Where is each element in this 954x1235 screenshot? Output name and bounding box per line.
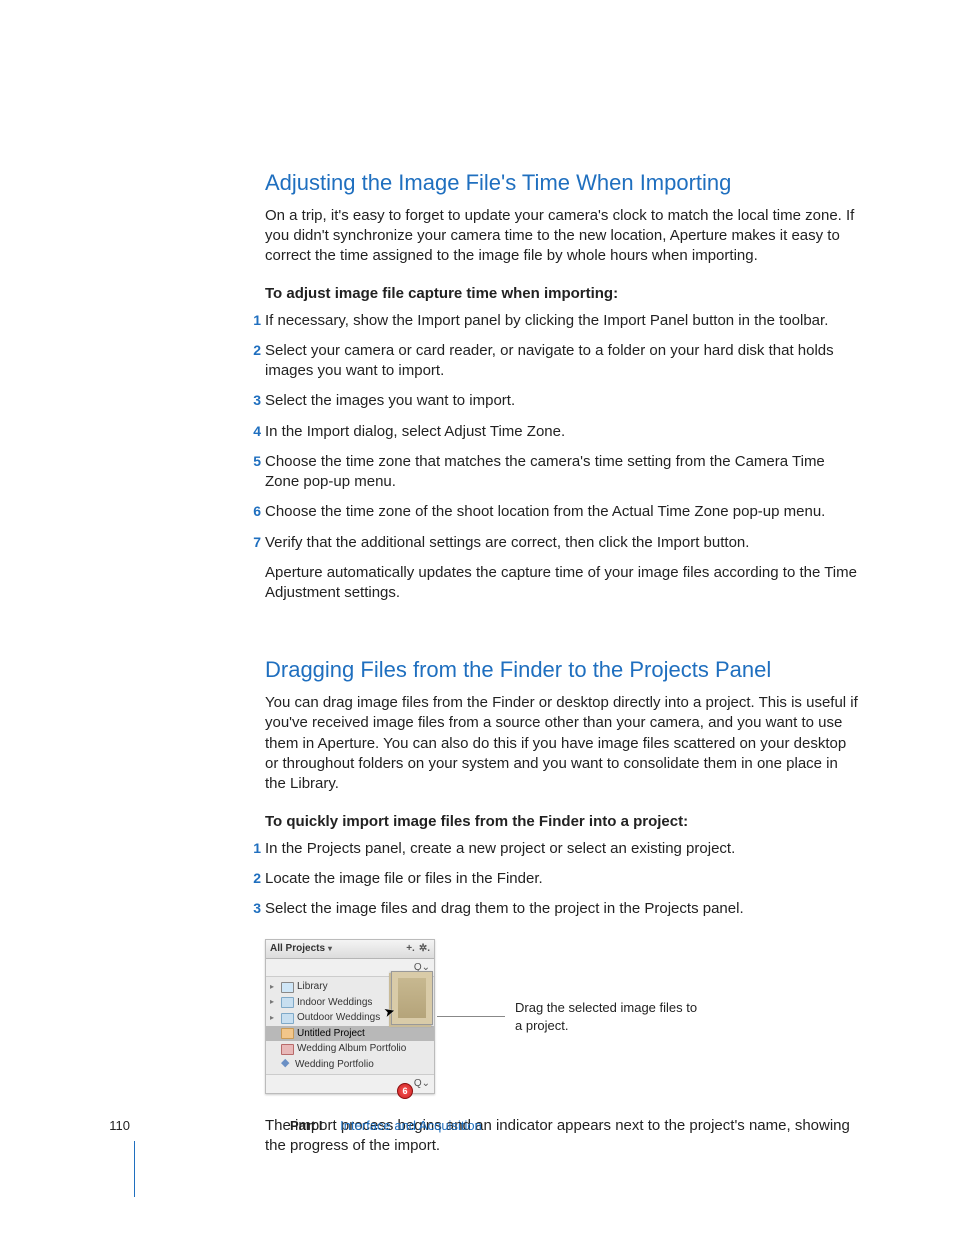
tree-row: Wedding Album Portfolio: [266, 1041, 434, 1057]
step-number: 2: [245, 869, 261, 888]
footer-part-label: Part I: [290, 1118, 323, 1133]
step-text: Select your camera or card reader, or na…: [265, 342, 834, 379]
step-number: 7: [245, 533, 261, 552]
folder-icon: [281, 997, 294, 1008]
folder-icon: [281, 1013, 294, 1024]
step-item: 6Choose the time zone of the shoot locat…: [265, 502, 860, 522]
section1-intro: On a trip, it's easy to forget to update…: [265, 206, 860, 267]
section1-outro: Aperture automatically updates the captu…: [265, 563, 860, 604]
step-number: 1: [245, 311, 261, 330]
step-text: In the Import dialog, select Adjust Time…: [265, 423, 565, 440]
tree-row: ◆Wedding Portfolio: [266, 1057, 434, 1073]
step-number: 4: [245, 422, 261, 441]
disclosure-triangle-icon: ▸: [270, 1013, 278, 1024]
tree-row-label: Wedding Portfolio: [295, 1058, 374, 1072]
tree-row-label: Library: [297, 980, 328, 994]
footer-rule: [134, 1141, 135, 1197]
tree-row-label: Wedding Album Portfolio: [297, 1042, 406, 1056]
project-icon: [281, 1028, 294, 1039]
footer-part: Part I Interface and Acquisition: [290, 1117, 482, 1135]
tree-row-label: Outdoor Weddings: [297, 1011, 380, 1025]
tree-row-label: Indoor Weddings: [297, 996, 372, 1010]
step-text: Choose the time zone of the shoot locati…: [265, 503, 825, 520]
footer-part-title: Interface and Acquisition: [340, 1118, 482, 1133]
disclosure-triangle-icon: ▸: [270, 997, 278, 1008]
section2-lead: To quickly import image files from the F…: [265, 812, 860, 832]
figure-callout: Drag the selected image files to a proje…: [515, 999, 705, 1034]
add-icon: +.: [406, 942, 415, 956]
library-icon: [281, 982, 294, 993]
step-item: 2Select your camera or card reader, or n…: [265, 341, 860, 382]
page-footer: 110 Part I Interface and Acquisition: [0, 1117, 954, 1135]
step-item: 1In the Projects panel, create a new pro…: [265, 839, 860, 859]
section2-heading: Dragging Files from the Finder to the Pr…: [265, 655, 860, 685]
step-text: Verify that the additional settings are …: [265, 534, 749, 551]
panel-title: All Projects: [270, 942, 332, 956]
step-item: 7Verify that the additional settings are…: [265, 533, 860, 553]
callout-leader: [437, 1016, 505, 1017]
disclosure-triangle-icon: ▸: [270, 982, 278, 993]
page-number: 110: [100, 1117, 130, 1135]
step-item: 3Select the image files and drag them to…: [265, 899, 860, 919]
step-text: Locate the image file or files in the Fi…: [265, 870, 543, 887]
tree-row: Untitled Project: [266, 1026, 434, 1042]
step-number: 6: [245, 502, 261, 521]
step-text: Select the images you want to import.: [265, 392, 515, 409]
step-number: 1: [245, 839, 261, 858]
step-text: Select the image files and drag them to …: [265, 900, 744, 917]
step-number: 5: [245, 452, 261, 471]
web-icon: ◆: [281, 1059, 292, 1070]
dragged-thumbnail: [391, 971, 433, 1025]
step-item: 2Locate the image file or files in the F…: [265, 869, 860, 889]
section1-heading: Adjusting the Image File's Time When Imp…: [265, 168, 860, 198]
section2-steps: 1In the Projects panel, create a new pro…: [265, 839, 860, 920]
step-item: 3Select the images you want to import.: [265, 391, 860, 411]
step-text: Choose the time zone that matches the ca…: [265, 453, 825, 490]
section1-steps: 1If necessary, show the Import panel by …: [265, 311, 860, 553]
step-item: 4In the Import dialog, select Adjust Tim…: [265, 422, 860, 442]
section2-intro: You can drag image files from the Finder…: [265, 693, 860, 794]
step-number: 3: [245, 391, 261, 410]
step-item: 1If necessary, show the Import panel by …: [265, 311, 860, 331]
step-item: 5Choose the time zone that matches the c…: [265, 452, 860, 493]
figure: All Projects +. ✲. Q⌄ ▸ Library ▸ Indoor We…: [265, 939, 860, 1094]
search-icon: Q⌄: [414, 1077, 430, 1091]
step-number: 3: [245, 899, 261, 918]
gear-icon: ✲.: [419, 942, 430, 956]
drag-count-badge: 6: [397, 1083, 413, 1099]
step-text: In the Projects panel, create a new proj…: [265, 840, 735, 857]
step-text: If necessary, show the Import panel by c…: [265, 312, 828, 329]
book-icon: [281, 1044, 294, 1055]
tree-row-label: Untitled Project: [297, 1027, 365, 1041]
section1-lead: To adjust image file capture time when i…: [265, 284, 860, 304]
step-number: 2: [245, 341, 261, 360]
